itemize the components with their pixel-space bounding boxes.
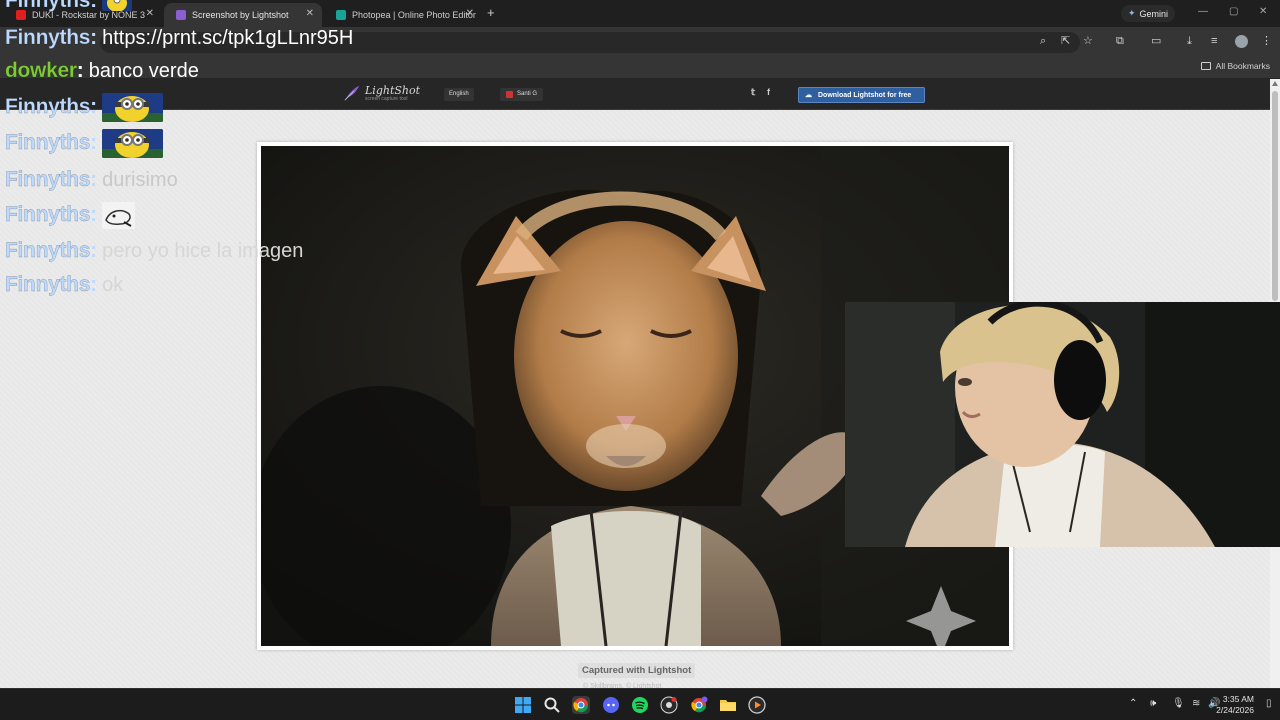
chat-username: dowker: [5, 59, 77, 82]
chat-colon: :: [90, 95, 98, 118]
folder-icon: [1200, 62, 1211, 70]
chat-message: Finnyths :: [5, 200, 136, 230]
chat-message: Finnyths : durisimo: [5, 165, 178, 195]
microphone-icon[interactable]: 🎙: [1172, 698, 1185, 709]
chat-username: Finnyths: [5, 0, 91, 12]
chat-username: Finnyths: [5, 26, 91, 49]
minion-emote: [102, 92, 164, 122]
windows-start-icon[interactable]: [514, 696, 532, 714]
chat-text: banco verde: [88, 59, 199, 82]
download-lightshot-button[interactable]: ☁ Download Lightshot for free: [798, 87, 925, 103]
chat-username: Finnyths: [5, 168, 91, 191]
captured-caption: Captured with Lightshot: [578, 663, 696, 678]
system-clock[interactable]: 3:35 AM 2/24/2026: [1216, 694, 1254, 716]
chrome-icon[interactable]: [572, 696, 590, 714]
stream-chat: Finnyths : Finnyths : https://prnt.sc/tp…: [5, 0, 565, 310]
chat-text: durisimo: [102, 168, 178, 191]
chat-message: dowker : banco verde: [5, 56, 199, 86]
sparkle-icon: ✦: [1128, 8, 1136, 18]
chat-message: Finnyths :: [5, 0, 133, 16]
webcam-overlay: [845, 302, 1280, 547]
chat-text: https://prnt.sc/tpk1gLLnr95H: [102, 26, 354, 49]
avatar[interactable]: [1235, 35, 1248, 48]
reading-list-icon[interactable]: ≡: [1211, 34, 1217, 48]
star-icon[interactable]: ☆: [1083, 34, 1093, 48]
discord-icon[interactable]: [602, 696, 620, 714]
chat-colon: :: [90, 26, 98, 49]
notifications-icon[interactable]: ▯: [1266, 698, 1272, 709]
chat-colon: :: [90, 168, 98, 191]
chat-message: Finnyths : ok: [5, 270, 123, 300]
file-explorer-icon[interactable]: [719, 696, 737, 714]
streamer-webcam: [845, 302, 1280, 547]
chat-text: ok: [102, 273, 124, 296]
extensions-icon[interactable]: ⧉: [1116, 34, 1124, 48]
maximize-icon[interactable]: ▢: [1229, 6, 1238, 17]
zoom-icon[interactable]: ⌕: [1040, 34, 1046, 48]
minion-emote: [102, 128, 164, 158]
chevron-up-icon[interactable]: ⌃: [1129, 698, 1137, 709]
chat-colon: :: [90, 273, 98, 296]
cloud-download-icon: ☁: [805, 92, 812, 99]
chat-username: Finnyths: [5, 239, 91, 262]
scroll-up-icon[interactable]: [1272, 81, 1278, 86]
taskbar: ⌃ 🕪 🎙 ≋ 🔊 3:35 AM 2/24/2026 ▯: [0, 688, 1280, 720]
search-icon[interactable]: [543, 696, 561, 714]
chat-message: Finnyths : pero yo hice la imagen: [5, 236, 304, 266]
chat-message: Finnyths :: [5, 92, 164, 122]
sketch-emote: [102, 201, 136, 229]
clock-time: 3:35 AM: [1222, 694, 1254, 704]
minion-emote: [102, 0, 133, 11]
scroll-thumb[interactable]: [1272, 91, 1278, 301]
github-icon[interactable]: [660, 696, 678, 714]
media-player-icon[interactable]: [748, 696, 766, 714]
chat-colon: :: [90, 239, 98, 262]
chat-text: pero yo hice la imagen: [102, 239, 304, 262]
chat-username: Finnyths: [5, 203, 91, 226]
share-icon[interactable]: ⇱: [1061, 34, 1070, 48]
all-bookmarks[interactable]: All Bookmarks: [1200, 61, 1270, 71]
chat-message: Finnyths : https://prnt.sc/tpk1gLLnr95H: [5, 23, 354, 53]
chat-colon: :: [76, 59, 84, 82]
all-bookmarks-label: All Bookmarks: [1215, 61, 1270, 71]
facebook-icon[interactable]: f: [767, 87, 770, 97]
chat-username: Finnyths: [5, 95, 91, 118]
twitter-icon[interactable]: 𝕥: [751, 87, 755, 98]
clock-date: 2/24/2026: [1216, 705, 1254, 715]
chat-colon: :: [90, 203, 98, 226]
close-window-icon[interactable]: ✕: [1259, 6, 1267, 17]
download-label: Download Lightshot for free: [818, 91, 912, 99]
chat-username: Finnyths: [5, 273, 91, 296]
minimize-icon[interactable]: —: [1198, 6, 1208, 17]
gemini-label: Gemini: [1139, 8, 1169, 19]
spotify-icon[interactable]: [631, 696, 649, 714]
chrome-alt-icon[interactable]: [690, 696, 708, 714]
download-icon[interactable]: ⤓: [1187, 34, 1192, 48]
wifi-icon[interactable]: ≋: [1192, 698, 1200, 709]
chat-colon: :: [90, 131, 98, 154]
chat-colon: :: [90, 0, 98, 12]
chat-message: Finnyths :: [5, 128, 164, 158]
sidepanel-icon[interactable]: ▭: [1151, 34, 1161, 48]
screen: DUKI - Rockstar by NONE 3 ✕ Screenshot b…: [0, 0, 1280, 720]
menu-icon[interactable]: ⋮: [1261, 34, 1272, 48]
chat-username: Finnyths: [5, 131, 91, 154]
speaker-icon[interactable]: 🕪: [1150, 698, 1156, 709]
gemini-button[interactable]: ✦ Gemini: [1121, 5, 1176, 22]
